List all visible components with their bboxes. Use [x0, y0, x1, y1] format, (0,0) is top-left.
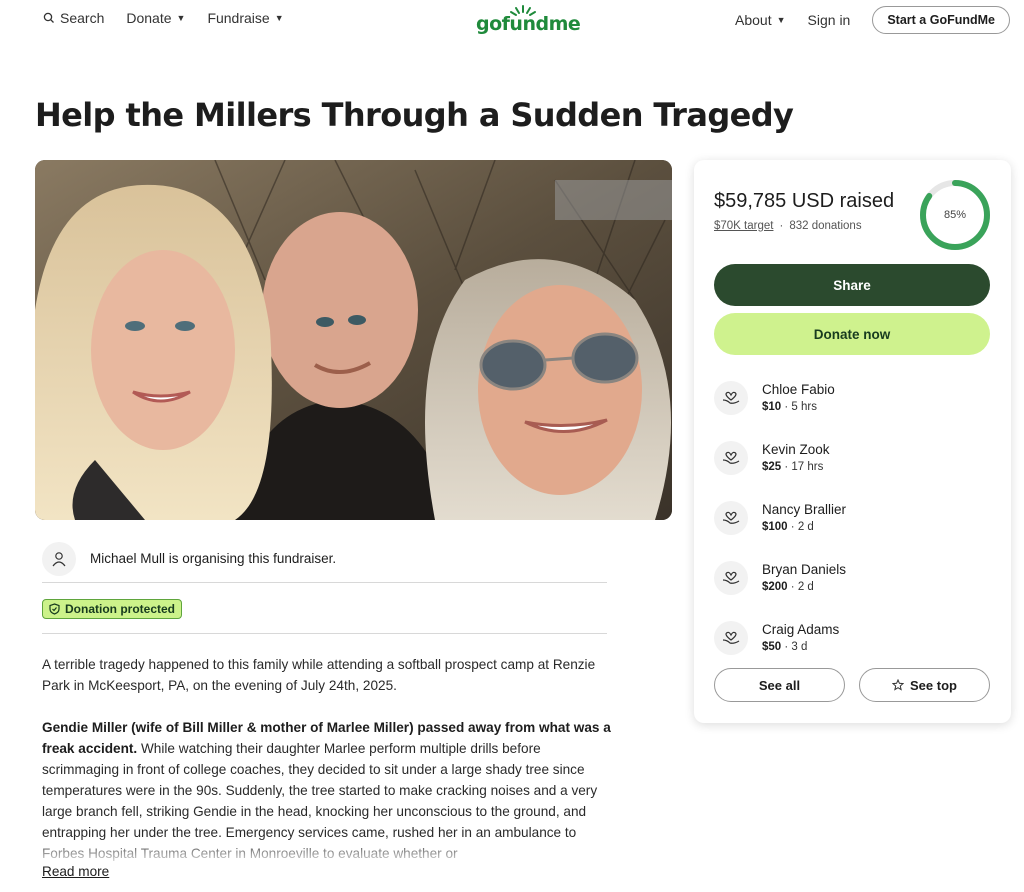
donor-meta: $25 · 17 hrs [762, 459, 830, 475]
list-item: Nancy Brallier $100 · 2 d [714, 488, 990, 548]
search-icon [43, 12, 54, 23]
donor-meta: $100 · 2 d [762, 519, 846, 535]
protection-row: Donation protected [42, 584, 607, 634]
donor-avatar [714, 441, 748, 475]
donor-time: · 2 d [790, 521, 814, 533]
see-all-button[interactable]: See all [714, 668, 845, 702]
donor-meta: $50 · 3 d [762, 639, 839, 655]
story-paragraph: A terrible tragedy happened to this fami… [42, 657, 596, 693]
donate-now-button[interactable]: Donate now [714, 313, 990, 355]
see-top-button[interactable]: See top [859, 668, 990, 702]
see-top-label: See top [910, 677, 957, 693]
read-more-link[interactable]: Read more [42, 864, 109, 879]
heart-hand-icon [722, 391, 740, 404]
heart-hand-icon [722, 511, 740, 524]
progress-label: 85% [943, 209, 967, 221]
separator-dot: · [779, 220, 784, 232]
donor-amount: $10 [762, 401, 782, 413]
about-menu-label: About [735, 12, 772, 28]
donor-amount: $25 [762, 461, 782, 473]
donor-amount: $100 [762, 521, 788, 533]
search-link[interactable]: Search [43, 10, 104, 26]
star-icon [892, 679, 905, 691]
donation-card: $59,785 USD raised $70K target · 832 don… [694, 160, 1011, 723]
donor-avatar [714, 501, 748, 535]
organizer-text: Michael Mull is organising this fundrais… [90, 551, 337, 566]
donor-name: Craig Adams [762, 622, 840, 637]
target-link[interactable]: $70K target [714, 220, 773, 232]
heart-hand-icon [722, 451, 740, 464]
avatar [42, 541, 76, 576]
organizer-row: Michael Mull is organising this fundrais… [42, 535, 607, 583]
list-item: Chloe Fabio $10 · 5 hrs [714, 368, 990, 428]
caret-down-icon: ▼ [176, 13, 186, 23]
start-gofundme-button[interactable]: Start a GoFundMe [872, 6, 1010, 34]
donor-meta: $200 · 2 d [762, 579, 846, 595]
donation-protected-badge[interactable]: Donation protected [42, 598, 182, 619]
donation-count: 832 donations [789, 220, 862, 232]
see-all-label: See all [758, 677, 801, 693]
heart-hand-icon [722, 571, 740, 584]
search-label: Search [60, 10, 105, 26]
heart-hand-icon [722, 631, 740, 644]
donor-avatar [714, 381, 748, 415]
list-item: Kevin Zook $25 · 17 hrs [714, 428, 990, 488]
donor-avatar [714, 621, 748, 655]
donor-amount: $200 [762, 581, 788, 593]
nav-right: About ▼ Sign in Start a GoFundMe [735, 6, 1010, 34]
raised-subtext: $70K target · 832 donations [714, 220, 862, 232]
page-title: Help the Millers Through a Sudden Traged… [35, 96, 794, 134]
about-menu[interactable]: About ▼ [735, 12, 786, 28]
donor-name: Chloe Fabio [762, 382, 835, 397]
signin-link[interactable]: Sign in [808, 12, 851, 28]
shield-icon [49, 602, 60, 615]
donor-meta: $10 · 5 hrs [762, 399, 835, 415]
list-item: Craig Adams $50 · 3 d [714, 608, 990, 668]
caret-down-icon: ▼ [776, 15, 786, 25]
caret-down-icon: ▼ [274, 13, 284, 23]
fundraise-menu-label: Fundraise [207, 10, 270, 26]
donate-menu-label: Donate [126, 10, 172, 26]
donor-name: Bryan Daniels [762, 562, 847, 577]
list-item: Bryan Daniels $200 · 2 d [714, 548, 990, 608]
donate-menu[interactable]: Donate ▼ [126, 10, 185, 26]
donor-time: · 3 d [784, 641, 808, 653]
donor-avatar [714, 561, 748, 595]
donor-amount: $50 [762, 641, 782, 653]
share-button[interactable]: Share [714, 264, 990, 306]
top-nav: Search Donate ▼ Fundraise ▼ gofundme Abo… [0, 0, 1024, 38]
campaign-photo [35, 160, 672, 520]
user-icon [52, 551, 66, 566]
nav-left: Search Donate ▼ Fundraise ▼ [43, 10, 284, 26]
recent-donations-list: Chloe Fabio $10 · 5 hrs Kevin Zook $25 · 1… [714, 368, 990, 668]
donor-name: Nancy Brallier [762, 502, 847, 517]
campaign-photo-image [35, 160, 672, 520]
donor-name: Kevin Zook [762, 442, 830, 457]
donation-list-actions: See all See top [714, 668, 990, 702]
fundraise-menu[interactable]: Fundraise ▼ [207, 10, 283, 26]
donor-time: · 17 hrs [784, 461, 824, 473]
donor-time: · 2 d [790, 581, 814, 593]
amount-raised: $59,785 USD raised [714, 190, 895, 212]
logo-text: gofundme [476, 13, 581, 35]
gofundme-logo[interactable]: gofundme [476, 4, 581, 36]
donation-protected-label: Donation protected [65, 601, 175, 616]
donor-time: · 5 hrs [784, 401, 817, 413]
story-fade [35, 838, 625, 866]
